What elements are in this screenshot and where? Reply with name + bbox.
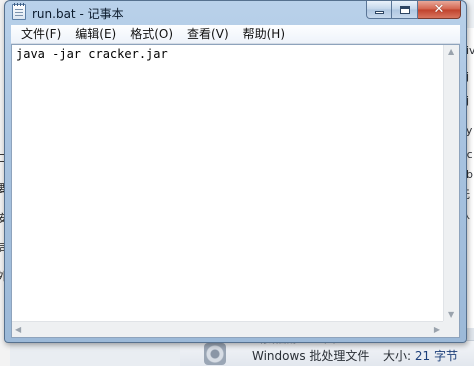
text-editor[interactable]: java -jar cracker.jar ▲ ▼ ◀ ▶ (11, 44, 460, 338)
title-bar[interactable]: run.bat - 记事本 ✕ (5, 1, 466, 23)
vertical-scrollbar[interactable]: ▲ ▼ (443, 45, 459, 321)
menu-format[interactable]: 格式(O) (123, 25, 180, 44)
scroll-right-icon[interactable]: ▶ (434, 325, 440, 334)
close-icon: ✕ (433, 2, 445, 17)
caption-buttons: ✕ (366, 1, 461, 19)
menu-file[interactable]: 文件(F) (14, 25, 68, 44)
menu-view[interactable]: 查看(V) (180, 25, 236, 44)
notepad-window[interactable]: run.bat - 记事本 ✕ 文件(F) 编辑(E) 格式(O) 查看(V) … (4, 0, 467, 343)
details-file-size: 大小: 21 字节 (383, 347, 458, 364)
editor-content[interactable]: java -jar cracker.jar (16, 47, 168, 61)
scroll-down-icon[interactable]: ▼ (448, 310, 454, 319)
menu-help[interactable]: 帮助(H) (236, 25, 292, 44)
details-size-label: 大小: (383, 349, 412, 363)
gear-file-icon (204, 343, 226, 365)
scroll-left-icon[interactable]: ◀ (15, 325, 21, 334)
explorer-details-pane: 修改日期: 2013/5/27 Windows 批处理文件 大小: 21 字节 (180, 336, 474, 366)
menu-edit[interactable]: 编辑(E) (68, 25, 123, 44)
maximize-button[interactable] (392, 1, 418, 19)
close-button[interactable]: ✕ (418, 1, 461, 19)
horizontal-scrollbar[interactable]: ◀ ▶ (12, 321, 443, 337)
details-size-value: 21 字节 (414, 349, 458, 363)
maximize-icon (399, 5, 410, 14)
details-file-type: Windows 批处理文件 (252, 349, 370, 363)
window-title: run.bat - 记事本 (32, 7, 124, 21)
resize-grip[interactable] (443, 321, 459, 337)
notepad-icon[interactable] (12, 3, 26, 20)
scroll-up-icon[interactable]: ▲ (448, 47, 454, 56)
minimize-button[interactable] (366, 1, 392, 19)
minimize-icon (374, 11, 384, 14)
menu-bar: 文件(F) 编辑(E) 格式(O) 查看(V) 帮助(H) (11, 25, 460, 44)
